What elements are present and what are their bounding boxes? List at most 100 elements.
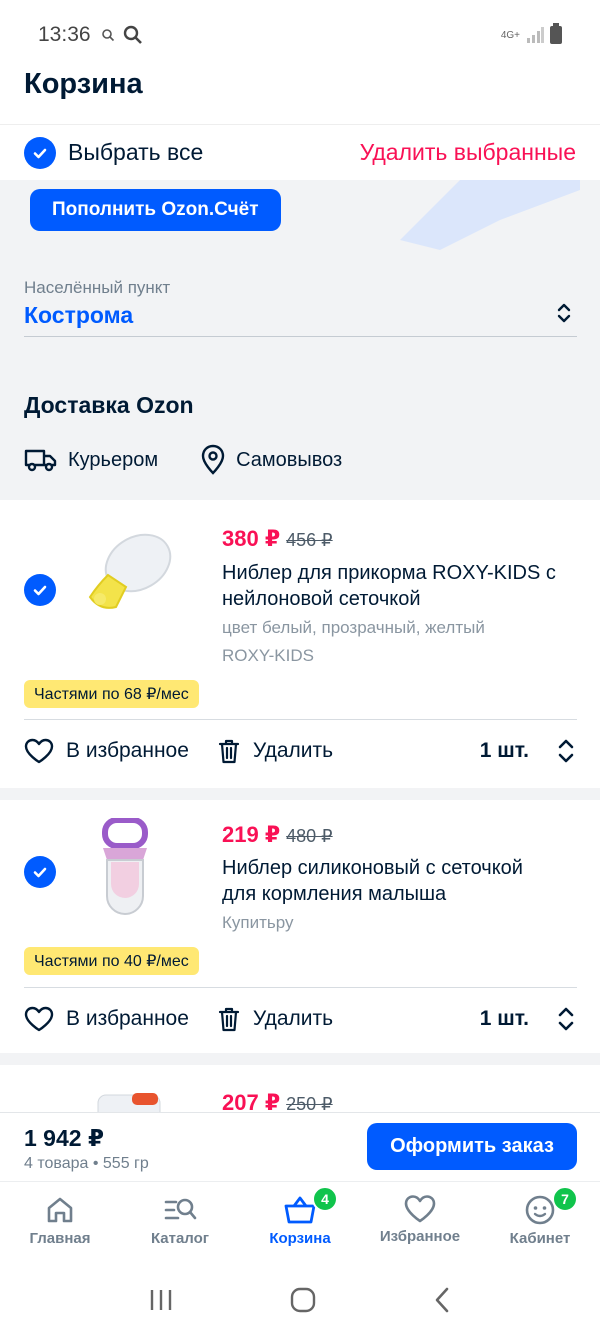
- select-all-label[interactable]: Выбрать все: [68, 139, 203, 166]
- catalog-search-icon: [164, 1198, 197, 1220]
- price-line: 380 ₽ 456 ₽: [222, 526, 333, 552]
- cart-count-badge: 4: [312, 1186, 338, 1212]
- select-all-checkbox[interactable]: [24, 136, 56, 169]
- favorite-label: В избранное: [66, 1007, 189, 1030]
- tab-favorites-label: Избранное: [379, 1228, 461, 1245]
- tab-profile-label: Кабинет: [509, 1230, 571, 1247]
- item-name[interactable]: Ниблер силиконовый с сеточкой для кормле…: [222, 855, 582, 907]
- delivery-section: Пополнить Ozon.Счёт Населённый пункт Кос…: [0, 180, 600, 500]
- product-image-nibbler-pink[interactable]: [95, 818, 155, 916]
- select-arrows-icon: [558, 1007, 574, 1031]
- tab-cart[interactable]: Корзина 4: [240, 1182, 360, 1267]
- status-notification-icons: [101, 25, 143, 45]
- cart-details: 4 товара • 555 гр: [24, 1155, 149, 1172]
- product-image-nibbler-yellow[interactable]: [78, 525, 178, 615]
- item-actions: В избранное Удалить 1 шт.: [24, 1004, 577, 1034]
- divider: [24, 987, 577, 988]
- item-name-line: Ниблер силиконовый с сеточкой: [222, 857, 523, 879]
- network-label: 4G+: [500, 29, 520, 41]
- system-nav-bar: [0, 1267, 600, 1332]
- select-arrows-icon[interactable]: [553, 300, 575, 326]
- installment-badge[interactable]: Частями по 68 ₽/мес: [24, 680, 199, 708]
- status-bar: 13:36 4G+: [0, 0, 600, 70]
- tab-favorites[interactable]: Избранное: [360, 1182, 480, 1267]
- trash-icon: [218, 1007, 240, 1032]
- item-checkbox[interactable]: [24, 574, 56, 606]
- favorite-label: В избранное: [66, 739, 189, 762]
- delete-label: Удалить: [252, 739, 334, 762]
- delivery-option-courier-label: Курьером: [68, 448, 159, 471]
- add-to-favorites-button[interactable]: В избранное: [24, 1006, 189, 1032]
- tab-catalog-label: Каталог: [150, 1230, 210, 1247]
- item-color: цвет белый, прозрачный, желтый: [222, 618, 485, 637]
- signal-icon: [527, 27, 544, 43]
- cart-item: 380 ₽ 456 ₽ Ниблер для прикорма ROXY-KID…: [0, 500, 600, 788]
- quantity-stepper[interactable]: [555, 736, 577, 766]
- item-brand: Купитьру: [222, 913, 294, 932]
- item-name-line: нейлоновой сеточкой: [222, 588, 421, 610]
- delete-label: Удалить: [252, 1007, 334, 1030]
- recent-apps-icon[interactable]: [148, 1288, 174, 1312]
- price-line: 219 ₽ 480 ₽: [222, 822, 333, 848]
- battery-icon: [550, 23, 562, 44]
- cart-total: 1 942 ₽: [24, 1125, 104, 1151]
- location-pin-icon: [201, 444, 225, 475]
- installment-badge[interactable]: Частями по 40 ₽/мес: [24, 947, 199, 975]
- home-button-icon[interactable]: [289, 1286, 317, 1314]
- decorative-shape: [400, 180, 580, 250]
- cart-item: 207 ₽ 250 ₽: [0, 1065, 600, 1112]
- select-all-bar: Выбрать все Удалить выбранные: [0, 124, 600, 180]
- city-select[interactable]: Кострома: [24, 302, 133, 329]
- back-icon[interactable]: [432, 1286, 452, 1314]
- topup-ozon-account-button[interactable]: Пополнить Ozon.Счёт: [30, 189, 281, 231]
- quantity-value[interactable]: 1 шт.: [480, 739, 529, 763]
- check-icon: [33, 585, 47, 596]
- tab-home[interactable]: Главная: [0, 1182, 120, 1267]
- delivery-option-pickup[interactable]: Самовывоз: [200, 444, 342, 476]
- heart-icon: [24, 1006, 54, 1032]
- tab-catalog[interactable]: Каталог: [120, 1182, 240, 1267]
- check-icon: [33, 148, 47, 158]
- bottom-tab-bar: Главная Каталог Корзина 4 Избранное Каби…: [0, 1181, 600, 1267]
- quantity-stepper[interactable]: [555, 1004, 577, 1034]
- add-to-favorites-button[interactable]: В избранное: [24, 738, 189, 764]
- item-name-line: для кормления малыша: [222, 883, 447, 905]
- section-gap: [0, 788, 600, 800]
- status-right: 4G+: [500, 23, 562, 44]
- delete-selected-button[interactable]: Удалить выбранные: [360, 139, 576, 166]
- truck-icon: [24, 449, 57, 472]
- quantity-value[interactable]: 1 шт.: [480, 1007, 529, 1031]
- tab-home-label: Главная: [29, 1230, 91, 1247]
- delivery-option-pickup-label: Самовывоз: [236, 448, 343, 471]
- heart-icon: [24, 738, 54, 764]
- cart-item: 219 ₽ 480 ₽ Ниблер силиконовый с сеточко…: [0, 800, 600, 1053]
- tab-profile[interactable]: Кабинет 7: [480, 1182, 600, 1267]
- select-arrows-icon: [558, 739, 574, 763]
- item-old-price: 250 ₽: [286, 1094, 333, 1112]
- item-actions: В избранное Удалить 1 шт.: [24, 736, 577, 766]
- delivery-option-courier[interactable]: Курьером: [24, 447, 158, 473]
- delete-item-button[interactable]: Удалить: [217, 1005, 333, 1033]
- trash-icon: [218, 739, 240, 764]
- item-checkbox[interactable]: [24, 856, 56, 888]
- delete-item-button[interactable]: Удалить: [217, 737, 333, 765]
- delivery-options: Курьером Самовывоз: [24, 444, 342, 476]
- item-name[interactable]: Ниблер для прикорма ROXY-KIDS с нейлонов…: [222, 560, 582, 612]
- search-small-icon: [101, 29, 114, 42]
- checkout-button[interactable]: Оформить заказ: [367, 1123, 577, 1170]
- item-brand: ROXY-KIDS: [222, 646, 314, 665]
- product-image-partial[interactable]: [96, 1087, 162, 1112]
- item-price: 219 ₽: [222, 822, 281, 847]
- status-time: 13:36: [38, 23, 91, 46]
- cart-summary-bar: 1 942 ₽ 4 товара • 555 гр Оформить заказ: [0, 1112, 600, 1180]
- search-icon: [123, 25, 142, 44]
- page-title: Корзина: [24, 68, 143, 100]
- item-old-price: 456 ₽: [286, 530, 333, 550]
- tab-cart-label: Корзина: [269, 1230, 331, 1247]
- item-name-line: Ниблер для прикорма ROXY-KIDS с: [222, 562, 556, 584]
- delivery-title: Доставка Ozon: [24, 392, 194, 418]
- city-label: Населённый пункт: [24, 278, 171, 297]
- city-divider: [24, 336, 577, 337]
- price-line: 207 ₽ 250 ₽: [222, 1090, 333, 1112]
- item-old-price: 480 ₽: [286, 826, 333, 846]
